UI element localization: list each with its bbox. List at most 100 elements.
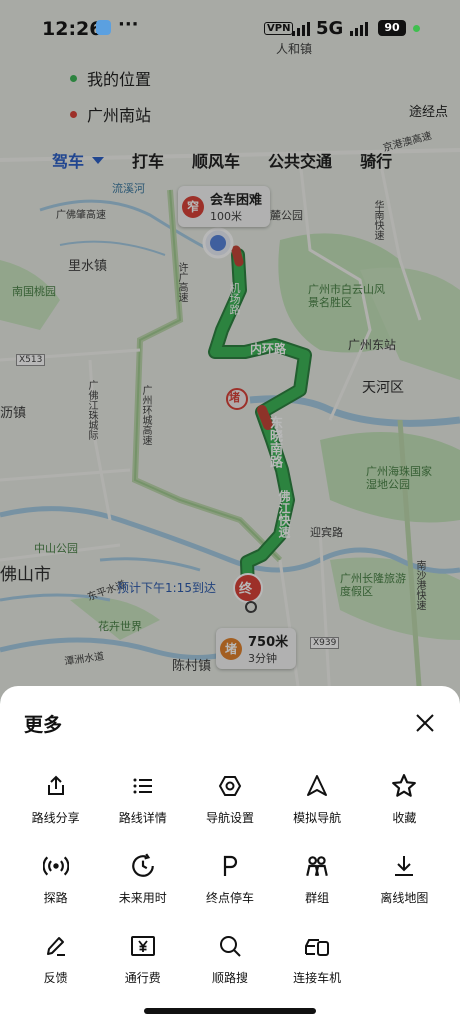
- narrow-road-tag: 窄: [182, 195, 204, 218]
- star-icon: [390, 772, 418, 800]
- battery-icon: 90: [378, 20, 406, 36]
- item-label: 路线分享: [31, 811, 80, 825]
- more-sheet: 更多 路线分享 路线详情 导航设置 模拟导航 收藏 探路 未来用时 终点停车 群…: [0, 686, 460, 1024]
- map-label: 广州环城高速: [140, 385, 151, 445]
- list-icon: [129, 772, 157, 800]
- home-indicator[interactable]: [144, 1008, 316, 1014]
- share-icon: [42, 772, 70, 800]
- simulate-nav-button[interactable]: 模拟导航: [274, 772, 361, 826]
- parking-icon: [216, 852, 244, 880]
- map-label: 广州市白云山风景名胜区: [308, 283, 385, 309]
- along-route-search-button[interactable]: 顺路搜: [186, 932, 273, 986]
- jam-callout[interactable]: 堵 750米 3分钟: [216, 628, 297, 669]
- origin-dot-icon: [70, 74, 77, 82]
- map-label: 流溪河: [112, 182, 145, 195]
- tab-transit[interactable]: 公共交通: [268, 148, 332, 172]
- group-icon: [303, 852, 331, 880]
- map-label: 迎宾路: [310, 526, 343, 539]
- tab-ride[interactable]: 骑行: [360, 148, 392, 172]
- map-label: 陈村镇: [172, 659, 212, 674]
- callout-title: 750米: [248, 635, 289, 650]
- parking-button[interactable]: 终点停车: [186, 852, 273, 906]
- download-icon: [390, 852, 418, 880]
- feedback-button[interactable]: 反馈: [12, 932, 99, 986]
- tab-carpool[interactable]: 顺风车: [192, 148, 240, 172]
- nav-settings-button[interactable]: 导航设置: [186, 772, 273, 826]
- map-label: 华南快速: [372, 200, 383, 240]
- map-label: 许广高速: [176, 262, 187, 302]
- signal-icon: [350, 22, 368, 36]
- toll-button[interactable]: 通行费: [99, 932, 186, 986]
- map-view[interactable]: 人和镇 里水镇 南国桃园 X513 沥镇 广州市白云山风景名胜区 广州东站 天河…: [0, 0, 460, 700]
- end-marker[interactable]: 终: [239, 578, 252, 597]
- item-label: 探路: [43, 891, 68, 905]
- vpn-badge: VPN: [264, 22, 294, 35]
- callout-sub: 3分钟: [248, 652, 277, 665]
- search-icon: [216, 932, 244, 960]
- destination-dot-icon: [70, 110, 77, 118]
- route-share-button[interactable]: 路线分享: [12, 772, 99, 826]
- tab-drive[interactable]: 驾车: [52, 148, 105, 172]
- item-label: 未来用时: [118, 891, 167, 905]
- map-label: 广州东站: [348, 338, 397, 352]
- origin-label: 我的位置: [87, 70, 152, 89]
- map-label: 广州长隆旅游度假区: [340, 572, 406, 598]
- map-label: 广佛江珠城际: [86, 380, 97, 440]
- destination-row[interactable]: 广州南站: [70, 99, 151, 129]
- item-label: 顺路搜: [211, 971, 248, 985]
- item-label: 离线地图: [380, 891, 429, 905]
- map-label: 内环路: [250, 342, 287, 356]
- item-label: 连接车机: [293, 971, 342, 985]
- more-options-grid: 路线分享 路线详情 导航设置 模拟导航 收藏 探路 未来用时 终点停车 群组 离…: [12, 772, 448, 986]
- hard-meet-callout[interactable]: 窄 会车困难 100米: [178, 186, 271, 227]
- map-label: X513: [16, 354, 46, 366]
- jam-tag: 堵: [220, 637, 242, 660]
- group-button[interactable]: 群组: [274, 852, 361, 906]
- item-label: 导航设置: [205, 811, 254, 825]
- map-label: 天河区: [362, 380, 404, 396]
- pencil-icon: [42, 932, 70, 960]
- offline-map-button[interactable]: 离线地图: [361, 852, 448, 906]
- signal-icon: [292, 22, 310, 36]
- explore-road-button[interactable]: 探路: [12, 852, 99, 906]
- navigation-arrow-icon: [303, 772, 331, 800]
- waypoint-button[interactable]: 途经点: [409, 101, 448, 120]
- car-connect-icon: [303, 932, 331, 960]
- future-time-button[interactable]: 未来用时: [99, 852, 186, 906]
- item-label: 收藏: [392, 811, 417, 825]
- status-time: 12:26: [42, 18, 103, 40]
- origin-row[interactable]: 我的位置: [70, 63, 151, 93]
- close-button[interactable]: [410, 708, 440, 738]
- route-details-button[interactable]: 路线详情: [99, 772, 186, 826]
- map-label: 南沙港快速: [414, 560, 425, 610]
- item-label: 模拟导航: [293, 811, 342, 825]
- map-label: 佛山市: [0, 565, 51, 585]
- favorite-button[interactable]: 收藏: [361, 772, 448, 826]
- map-label: 麓公园: [270, 209, 303, 222]
- sheet-title: 更多: [24, 714, 63, 736]
- toll-icon: [129, 932, 157, 960]
- network-type: 5G: [316, 18, 344, 39]
- connect-car-button[interactable]: 连接车机: [274, 932, 361, 986]
- clock-icon: [129, 852, 157, 880]
- map-label: 广佛肇高速: [56, 210, 106, 221]
- item-label: 路线详情: [118, 811, 167, 825]
- jam-marker[interactable]: 堵: [229, 389, 240, 405]
- close-icon: [416, 714, 434, 732]
- settings-hex-icon: [216, 772, 244, 800]
- status-bar: 12:26 ··· VPN 5G 90: [0, 0, 460, 46]
- tab-taxi[interactable]: 打车: [132, 148, 164, 172]
- callout-title: 会车困难: [210, 193, 263, 208]
- map-label: 南国桃园: [12, 285, 56, 298]
- app-notification-icon: [96, 20, 111, 35]
- eta-label: 预计下午1:15到达: [117, 581, 216, 595]
- map-label: 花卉世界: [98, 620, 142, 633]
- map-label: 东晓南路: [267, 416, 282, 468]
- more-notifications: ···: [118, 14, 139, 35]
- chevron-down-icon: [92, 156, 105, 164]
- radar-icon: [42, 852, 70, 880]
- travel-mode-tabs: 驾车 打车 顺风车 公共交通 骑行: [52, 142, 460, 178]
- item-label: 反馈: [43, 971, 68, 985]
- map-label: 沥镇: [0, 406, 27, 421]
- map-label: 广州海珠国家湿地公园: [366, 465, 432, 491]
